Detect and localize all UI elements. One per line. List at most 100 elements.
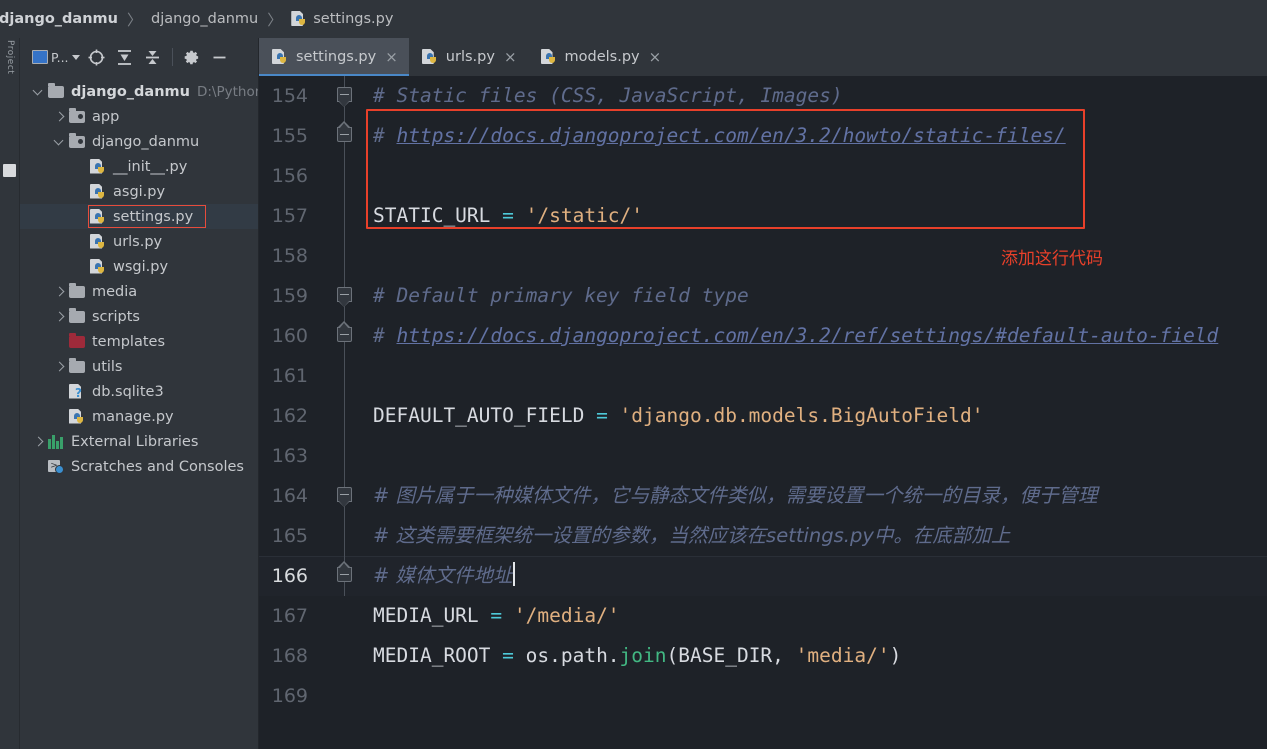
code-line[interactable]: 166 # 媒体文件地址 xyxy=(259,556,1267,596)
chevron-right-icon[interactable] xyxy=(53,110,67,124)
line-number: 165 xyxy=(271,525,308,547)
breadcrumb-item-package[interactable]: django_danmu xyxy=(148,11,261,27)
editor-tabbar[interactable]: settings.py × urls.py × models.py × xyxy=(259,38,1267,76)
project-vertical-tab[interactable]: Project xyxy=(2,40,18,160)
project-sidebar: P... django_danmu D:\Pytho app django_da… xyxy=(20,38,259,749)
tree-item-icon xyxy=(90,183,108,200)
fold-gutter[interactable] xyxy=(317,556,373,596)
fold-marker-end[interactable] xyxy=(337,121,352,142)
fold-gutter[interactable] xyxy=(317,236,373,276)
code-editor[interactable]: 154 # Static files (CSS, JavaScript, Imag… xyxy=(259,76,1267,749)
fold-gutter[interactable] xyxy=(317,76,373,116)
chevron-right-icon[interactable] xyxy=(53,360,67,374)
tree-item-asgi-py[interactable]: asgi.py xyxy=(20,179,258,204)
project-view-selector[interactable]: P... xyxy=(28,44,82,70)
tree-item-db-sqlite3[interactable]: ? db.sqlite3 xyxy=(20,379,258,404)
code-line[interactable]: 169 xyxy=(259,676,1267,716)
editor-tab-models-py[interactable]: models.py × xyxy=(528,38,673,76)
code-line[interactable]: 164 # 图片属于一种媒体文件，它与静态文件类似，需要设置一个统一的目录，便于管… xyxy=(259,476,1267,516)
fold-gutter[interactable] xyxy=(317,596,373,636)
fold-gutter[interactable] xyxy=(317,316,373,356)
fold-gutter[interactable] xyxy=(317,356,373,396)
fold-marker-end[interactable] xyxy=(337,561,352,582)
code-line[interactable]: 154 # Static files (CSS, JavaScript, Imag… xyxy=(259,76,1267,116)
code-line[interactable]: 156 xyxy=(259,156,1267,196)
tree-item-external-libraries[interactable]: External Libraries xyxy=(20,429,258,454)
python-file-icon xyxy=(540,49,558,65)
code-line[interactable]: 165 # 这类需要框架统一设置的参数，当然应该在settings.py中。在底部… xyxy=(259,516,1267,556)
fold-gutter[interactable] xyxy=(317,516,373,556)
fold-marker-start[interactable] xyxy=(337,487,352,507)
code-token: https://docs.djangoproject.com/en/3.2/re… xyxy=(396,324,1219,347)
tree-item-manage-py[interactable]: manage.py xyxy=(20,404,258,429)
minus-icon[interactable] xyxy=(207,44,233,70)
code-token: # 图片属于一种媒体文件，它与静态文件类似，需要设置一个统一的目录，便于管理 xyxy=(373,484,1098,507)
fold-marker-start[interactable] xyxy=(337,87,352,107)
tree-item-app[interactable]: app xyxy=(20,104,258,129)
fold-gutter[interactable] xyxy=(317,156,373,196)
project-tree[interactable]: django_danmu D:\Python\ app django_danmu __i… xyxy=(20,76,258,749)
tree-item-django-danmu[interactable]: django_danmu xyxy=(20,129,258,154)
gear-icon[interactable] xyxy=(179,44,205,70)
fold-gutter[interactable] xyxy=(317,676,373,716)
breadcrumb-item-project[interactable]: django_danmu xyxy=(0,11,121,27)
chevron-right-icon[interactable] xyxy=(53,285,67,299)
code-line[interactable]: 168 MEDIA_ROOT = os.path.join(BASE_DIR, '… xyxy=(259,636,1267,676)
fold-gutter[interactable] xyxy=(317,436,373,476)
main-area: Project P... django_danmu D:\Pytho app d… xyxy=(0,38,1267,749)
chevron-down-icon[interactable] xyxy=(32,85,46,99)
fold-marker-start[interactable] xyxy=(337,287,352,307)
fold-gutter[interactable] xyxy=(317,476,373,516)
fold-gutter[interactable] xyxy=(317,396,373,436)
tree-item-icon: ? xyxy=(69,383,87,400)
code-line[interactable]: 155 # https://docs.djangoproject.com/en/3… xyxy=(259,116,1267,156)
breadcrumb-item-file[interactable]: settings.py xyxy=(288,11,396,27)
fold-gutter[interactable] xyxy=(317,276,373,316)
tree-item-init-py[interactable]: __init__.py xyxy=(20,154,258,179)
expand-all-icon[interactable] xyxy=(112,44,138,70)
tree-item-settings-py[interactable]: settings.py xyxy=(20,204,258,229)
editor-tab-label: urls.py xyxy=(445,49,495,65)
chevron-down-icon[interactable] xyxy=(53,135,67,149)
code-line[interactable]: 158 xyxy=(259,236,1267,276)
fold-gutter[interactable] xyxy=(317,116,373,156)
tree-item-templates[interactable]: templates xyxy=(20,329,258,354)
line-number: 169 xyxy=(271,685,308,707)
close-icon[interactable]: × xyxy=(385,50,398,65)
editor-tab-settings-py[interactable]: settings.py × xyxy=(259,38,409,76)
tree-item-scripts[interactable]: scripts xyxy=(20,304,258,329)
tree-item-wsgi-py[interactable]: wsgi.py xyxy=(20,254,258,279)
fold-gutter[interactable] xyxy=(317,196,373,236)
breadcrumb-label: settings.py xyxy=(313,11,394,27)
code-line[interactable]: 159 # Default primary key field type xyxy=(259,276,1267,316)
editor-tab-label: settings.py xyxy=(296,49,377,65)
code-line[interactable]: 163 xyxy=(259,436,1267,476)
tree-item-scratches-and-consoles[interactable]: > Scratches and Consoles xyxy=(20,454,258,479)
ide-window: django_danmu 〉 django_danmu 〉 settings.p… xyxy=(0,0,1267,749)
code-text: # https://docs.djangoproject.com/en/3.2/… xyxy=(373,116,1267,156)
tree-item-media[interactable]: media xyxy=(20,279,258,304)
editor-tab-urls-py[interactable]: urls.py × xyxy=(409,38,528,76)
code-text: DEFAULT_AUTO_FIELD = 'django.db.models.B… xyxy=(373,396,1267,436)
fold-gutter[interactable] xyxy=(317,636,373,676)
chevron-right-icon[interactable] xyxy=(53,310,67,324)
tree-item-django-danmu[interactable]: django_danmu D:\Python\ xyxy=(20,79,258,104)
close-icon[interactable]: × xyxy=(649,50,662,65)
code-line[interactable]: 157 STATIC_URL = '/static/' xyxy=(259,196,1267,236)
close-icon[interactable]: × xyxy=(504,50,517,65)
chevron-right-icon[interactable] xyxy=(32,435,46,449)
structure-tool-icon[interactable] xyxy=(3,164,16,177)
collapse-all-icon[interactable] xyxy=(140,44,166,70)
code-token: # 这类需要框架统一设置的参数，当然应该在settings.py中。在底部加上 xyxy=(373,524,1011,547)
code-line[interactable]: 167 MEDIA_URL = '/media/' xyxy=(259,596,1267,636)
code-line[interactable]: 161 xyxy=(259,356,1267,396)
tree-item-label: urls.py xyxy=(113,233,163,250)
code-line[interactable]: 160 # https://docs.djangoproject.com/en/3… xyxy=(259,316,1267,356)
code-token: ) xyxy=(889,644,902,667)
tree-item-utils[interactable]: utils xyxy=(20,354,258,379)
fold-marker-end[interactable] xyxy=(337,321,352,342)
code-line[interactable]: 162 DEFAULT_AUTO_FIELD = 'django.db.model… xyxy=(259,396,1267,436)
locate-target-icon[interactable] xyxy=(84,44,110,70)
tree-item-urls-py[interactable]: urls.py xyxy=(20,229,258,254)
